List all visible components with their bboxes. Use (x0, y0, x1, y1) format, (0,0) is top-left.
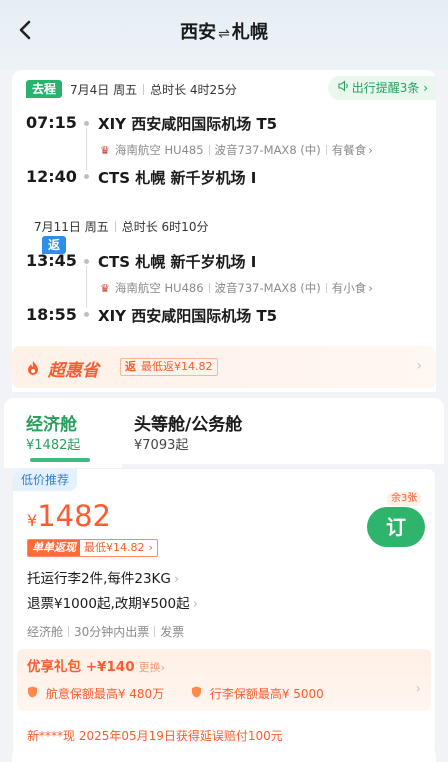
inbound-duration: 总时长 6时10分 (121, 220, 209, 234)
inbound-arr-airport: XIY 西安咸阳国际机场 T5 (98, 307, 278, 325)
rebate-badge: 返最低返¥14.82 (120, 358, 218, 376)
divider (208, 283, 210, 293)
travel-reminder-button[interactable]: 出行提醒3条 › (327, 76, 436, 100)
route-title: 西安 ⇌ 札幌 (0, 18, 448, 44)
reminder-label: 出行提醒3条 (351, 81, 420, 95)
insurance-item-accident: 航意保额最高¥ 480万 (27, 685, 164, 702)
tab-economy-price: ¥1482起 (26, 438, 81, 453)
seats-remaining-badge: 余3张 (387, 492, 422, 506)
origin-city: 西安 (180, 22, 217, 43)
hainan-airlines-logo-icon: ♛ (100, 143, 110, 157)
divider (325, 283, 327, 293)
inbound-aircraft: 波音737-MAX8 (中) (214, 281, 321, 295)
timeline-dot (84, 259, 89, 264)
outbound-date: 7月4日 周五 (70, 82, 138, 97)
refund-text: 退票¥1000起,改期¥500起 (27, 596, 190, 612)
gift-change-link[interactable]: 更换› (139, 661, 165, 674)
meta-cabin: 经济舱 (27, 625, 64, 639)
fare-meta: 经济舱 30分钟内出票 发票 (27, 623, 184, 640)
divider (143, 83, 145, 95)
chevron-right-icon: › (192, 596, 198, 612)
inbound-meal: 有小食 (331, 281, 367, 295)
outbound-airline: 海南航空 HU485 (114, 143, 204, 157)
gift-header: 优享礼包 +¥140 更换› (27, 655, 165, 675)
outbound-arr-time: 12:40 (26, 167, 77, 186)
divider (154, 626, 156, 637)
chevron-right-icon: › (173, 571, 180, 587)
speaker-icon (338, 76, 350, 100)
shield-icon (27, 686, 42, 701)
price-value: 1482 (37, 499, 111, 533)
cashback-badge[interactable]: 单单返现 最低¥14.82 › (27, 539, 158, 557)
tab-economy[interactable]: 经济舱 ¥1482起 (4, 398, 122, 468)
shield-icon (191, 686, 206, 701)
meta-ticketing: 30分钟内出票 (74, 625, 150, 639)
divider (114, 221, 116, 232)
chevron-right-icon: › (415, 681, 421, 697)
outbound-flight-info[interactable]: ♛ 海南航空 HU485 波音737-MAX8 (中) 有餐食 › (100, 142, 373, 158)
currency-symbol: ¥ (27, 511, 38, 530)
inbound-airline: 海南航空 HU486 (114, 281, 204, 295)
inbound-date: 7月11日 周五 (34, 220, 109, 234)
outbound-arr-airport: CTS 札幌 新千岁机场 I (98, 169, 257, 187)
refund-info[interactable]: 退票¥1000起,改期¥500起 › (27, 592, 198, 612)
top-bar: 西安 ⇌ 札幌 (0, 0, 448, 70)
chevron-right-icon: › (416, 358, 422, 374)
insurance-accident-text: 航意保额最高¥ 480万 (45, 687, 165, 701)
timeline-dot (84, 121, 89, 126)
inbound-dep-time: 13:45 (26, 251, 77, 270)
rebate-tag: 返 (125, 360, 136, 373)
timeline-line (86, 266, 87, 308)
chevron-right-icon: › (423, 81, 428, 95)
delay-compensation-notice: 新****现 2025年05月19日获得延误赔付100元 (27, 729, 283, 743)
outbound-duration: 总时长 4时25分 (150, 82, 237, 97)
chevron-right-icon: › (148, 541, 153, 554)
gift-title: 优享礼包 +¥140 (27, 659, 135, 675)
fare-price: ¥1482 (27, 499, 111, 533)
tab-economy-label: 经济舱 (26, 415, 77, 435)
super-saver-logo: 超惠省 (26, 356, 99, 381)
outbound-tag: 去程 (26, 80, 63, 98)
fare-card[interactable]: 低价推荐 ¥1482 余3张 订 单单返现 最低¥14.82 › 托运行李2件,… (12, 468, 436, 756)
chevron-right-icon: › (368, 281, 373, 295)
gift-change-label: 更换 (138, 661, 161, 674)
divider (325, 145, 327, 155)
super-saver-label: 超惠省 (47, 361, 99, 381)
insurance-baggage-text: 行李保额最高¥ 5000 (209, 687, 324, 701)
timeline-dot (84, 312, 89, 317)
timeline-dot (84, 174, 89, 179)
low-price-tag: 低价推荐 (13, 469, 78, 491)
cashback-tag: 单单返现 (28, 540, 80, 556)
tab-first-business-price: ¥7093起 (134, 438, 189, 453)
inbound-dep-airport: CTS 札幌 新千岁机场 I (98, 253, 257, 271)
gift-package[interactable]: 优享礼包 +¥140 更换› 航意保额最高¥ 480万 行李保额最高¥ 5000 … (17, 649, 431, 711)
outbound-dep-time: 07:15 (26, 113, 77, 132)
chevron-right-icon: › (368, 143, 373, 157)
baggage-text: 托运行李2件,每件23KG (27, 571, 171, 587)
baggage-info[interactable]: 托运行李2件,每件23KG › (27, 567, 179, 587)
divider (208, 145, 210, 155)
cashback-text: 最低¥14.82 (84, 541, 145, 554)
cabin-section: 经济舱 ¥1482起 头等舱/公务舱 ¥7093起 低价推荐 ¥1482 余3张… (0, 398, 448, 762)
tab-first-business-label: 头等舱/公务舱 (134, 415, 243, 435)
rebate-text: 最低返¥14.82 (141, 360, 213, 373)
meta-invoice: 发票 (160, 625, 185, 639)
inbound-arr-time: 18:55 (26, 305, 77, 324)
destination-city: 札幌 (231, 22, 268, 43)
timeline-line (86, 128, 87, 170)
outbound-aircraft: 波音737-MAX8 (中) (214, 143, 321, 157)
book-button[interactable]: 订 (367, 507, 425, 547)
super-saver-banner[interactable]: 超惠省 返最低返¥14.82 › (12, 346, 436, 388)
flight-summary-card: 去程 7月4日 周五 总时长 4时25分 出行提醒3条 › 07:15 XIY … (12, 70, 436, 392)
tab-active-indicator (30, 458, 90, 462)
outbound-meal: 有餐食 (331, 143, 367, 157)
insurance-item-baggage: 行李保额最高¥ 5000 (191, 685, 324, 702)
flame-icon (26, 361, 46, 381)
swap-arrows-icon: ⇌ (218, 26, 230, 42)
hainan-airlines-logo-icon: ♛ (100, 281, 110, 295)
next-card-edge (12, 748, 436, 762)
divider (68, 626, 70, 637)
outbound-dep-airport: XIY 西安咸阳国际机场 T5 (98, 115, 278, 133)
inbound-flight-info[interactable]: ♛ 海南航空 HU486 波音737-MAX8 (中) 有小食 › (100, 280, 373, 296)
